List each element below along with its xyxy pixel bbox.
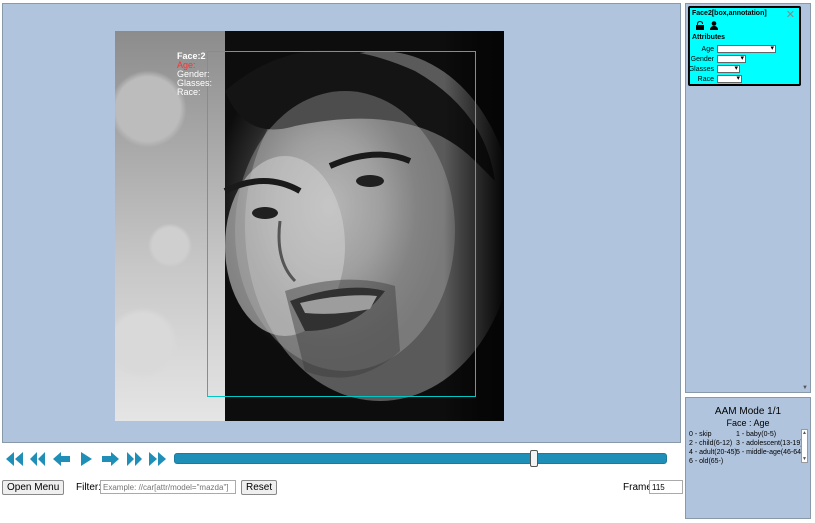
attribute-label-gender: Gender	[690, 56, 714, 63]
aam-scrollbar[interactable]: ▲ ▼	[801, 429, 808, 463]
close-icon[interactable]: ✕	[786, 8, 795, 21]
age-select[interactable]	[717, 44, 776, 53]
scroll-up-icon[interactable]: ▲	[802, 430, 807, 436]
play-button[interactable]	[74, 450, 98, 467]
attribute-row-age: Age	[690, 44, 800, 54]
annotation-card[interactable]: Face2[box,annotation] ✕ Attributes Age G…	[688, 6, 801, 86]
face-bounding-box[interactable]	[207, 51, 476, 397]
gender-select[interactable]	[717, 54, 746, 63]
face-label-race: Race:	[177, 87, 201, 97]
aam-title: AAM Mode 1/1	[714, 406, 782, 417]
scroll-down-icon[interactable]: ▼	[802, 456, 807, 462]
annotation-card-title: Face2[box,annotation]	[692, 10, 767, 17]
last-frame-button[interactable]	[146, 450, 170, 467]
race-select[interactable]	[717, 74, 742, 83]
aam-option[interactable]: 5 - middle-age(46-64)	[736, 448, 803, 457]
aam-option[interactable]: 6 - old(65-)	[689, 457, 723, 466]
attribute-row-gender: Gender	[690, 54, 800, 64]
fast-forward-icon	[127, 451, 142, 466]
fast-forward-button[interactable]	[122, 450, 146, 467]
arrow-left-icon	[53, 451, 70, 466]
face-overlay-label: Face:2 Age: Gender: Glasses: Race:	[177, 52, 212, 97]
player-controls	[2, 450, 170, 467]
person-icon[interactable]	[710, 21, 718, 30]
attribute-label-age: Age	[701, 46, 714, 53]
step-backward-button[interactable]	[50, 450, 74, 467]
frame-input[interactable]	[649, 480, 683, 494]
aam-option[interactable]: 0 - skip	[689, 430, 712, 439]
rewind-icon	[30, 451, 45, 466]
frame-label: Frame	[623, 482, 652, 493]
fast-backward-button[interactable]	[26, 450, 50, 467]
seek-bar[interactable]	[174, 450, 667, 467]
step-forward-button[interactable]	[98, 450, 122, 467]
panel-scrollbar[interactable]: ▼	[801, 5, 809, 391]
attribute-row-race: Race	[690, 74, 800, 84]
aam-subtitle: Face : Age	[726, 418, 770, 428]
annotation-panel: Face2[box,annotation] ✕ Attributes Age G…	[685, 3, 811, 393]
filter-label: Filter:	[76, 482, 101, 493]
aam-option[interactable]: 2 - child(6-12)	[689, 439, 732, 448]
aam-option[interactable]: 4 - adult(20-45)	[689, 448, 737, 457]
double-chevron-left-icon	[6, 451, 23, 466]
attribute-label-race: Race	[697, 76, 714, 83]
aam-panel: AAM Mode 1/1 Face : Age 0 - skip 1 - bab…	[685, 397, 811, 519]
double-chevron-right-icon	[149, 451, 166, 466]
filter-input[interactable]	[100, 480, 236, 494]
attribute-row-glasses: Glasses	[688, 64, 800, 74]
first-frame-button[interactable]	[2, 450, 26, 467]
open-menu-button[interactable]: Open Menu	[2, 480, 65, 495]
bottom-bar: Open Menu Filter: Reset Frame	[2, 480, 683, 496]
seek-thumb[interactable]	[530, 450, 538, 467]
aam-option[interactable]: 3 - adolescent(13-19)	[736, 439, 803, 448]
attribute-label-glasses: Glasses	[688, 66, 714, 73]
play-icon	[81, 451, 92, 466]
reset-button[interactable]: Reset	[241, 480, 278, 495]
arrow-right-icon	[102, 451, 119, 466]
attributes-heading: Attributes	[692, 34, 726, 41]
unlock-icon[interactable]	[696, 21, 704, 30]
aam-option[interactable]: 1 - baby(0-5)	[736, 430, 776, 439]
scroll-down-icon[interactable]: ▼	[802, 385, 808, 391]
glasses-select[interactable]	[717, 64, 740, 73]
